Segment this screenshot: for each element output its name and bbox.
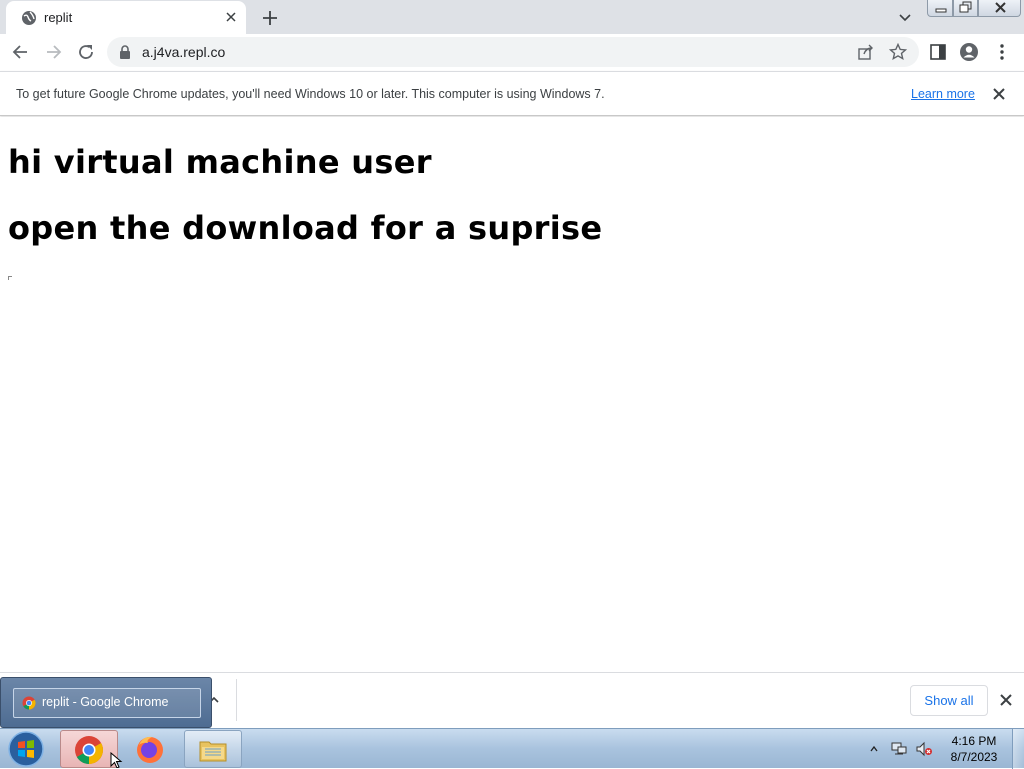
forward-icon[interactable]	[43, 42, 63, 62]
side-panel-icon[interactable]	[928, 42, 948, 62]
taskbar-thumbnail-popup[interactable]: replit - Google Chrome	[0, 677, 212, 728]
minimize-button[interactable]	[927, 0, 953, 17]
window-controls	[927, 0, 1021, 17]
restore-icon	[959, 1, 972, 13]
mouse-cursor-icon	[110, 752, 123, 768]
restore-button[interactable]	[953, 0, 978, 17]
thumbnail-item[interactable]: replit - Google Chrome	[13, 688, 201, 718]
minimize-icon	[935, 8, 947, 13]
close-tab-icon[interactable]	[222, 8, 240, 26]
page-heading-2: open the download for a suprise	[8, 209, 603, 247]
show-all-button[interactable]: Show all	[910, 685, 988, 716]
window-close-button[interactable]	[978, 0, 1021, 17]
tab-replit[interactable]: replit	[6, 1, 246, 34]
show-hidden-icons-chevron-icon[interactable]	[870, 745, 878, 753]
close-infobar-icon[interactable]	[990, 85, 1008, 103]
chrome-icon	[75, 736, 103, 764]
thumbnail-label: replit - Google Chrome	[42, 695, 169, 709]
taskbar-app-file-explorer[interactable]	[184, 730, 242, 768]
url-text[interactable]: a.j4va.repl.co	[142, 44, 225, 60]
learn-more-link[interactable]: Learn more	[911, 87, 975, 101]
bookmark-star-icon[interactable]	[889, 43, 907, 61]
clock-date: 8/7/2023	[950, 750, 998, 764]
firefox-icon	[137, 736, 163, 763]
globe-icon	[22, 11, 36, 25]
windows-taskbar: 4:16 PM 8/7/2023	[0, 728, 1024, 769]
profile-avatar-icon[interactable]	[959, 42, 979, 62]
system-clock[interactable]: 4:16 PM 8/7/2023	[942, 733, 1006, 765]
show-desktop-button[interactable]	[1012, 729, 1024, 769]
new-tab-button[interactable]	[258, 6, 282, 30]
share-icon[interactable]	[857, 43, 875, 61]
address-bar[interactable]: a.j4va.repl.co	[107, 37, 919, 67]
browser-toolbar: a.j4va.repl.co	[0, 34, 1024, 71]
infobar-message: To get future Google Chrome updates, you…	[16, 87, 605, 101]
file-explorer-icon	[199, 741, 227, 762]
start-button-icon[interactable]	[6, 730, 46, 768]
chrome-icon	[22, 696, 36, 710]
tab-strip: replit	[0, 0, 1024, 34]
clock-time: 4:16 PM	[951, 734, 997, 748]
window-close-icon	[995, 2, 1006, 13]
shelf-divider	[236, 679, 237, 721]
more-menu-icon[interactable]	[992, 42, 1012, 62]
page-content: hi virtual machine user open the downloa…	[0, 117, 1024, 672]
broken-image-icon	[8, 276, 12, 280]
tab-search-chevron-icon[interactable]	[896, 8, 914, 26]
tab-title: replit	[44, 10, 73, 25]
network-icon[interactable]	[890, 741, 908, 757]
lock-icon[interactable]	[119, 45, 131, 59]
reload-icon[interactable]	[76, 42, 96, 62]
close-shelf-icon[interactable]	[997, 691, 1015, 709]
page-heading-1: hi virtual machine user	[8, 143, 432, 181]
update-infobar: To get future Google Chrome updates, you…	[0, 71, 1024, 116]
volume-muted-icon[interactable]	[915, 741, 933, 757]
taskbar-app-firefox[interactable]	[122, 730, 180, 768]
back-icon[interactable]	[11, 42, 31, 62]
